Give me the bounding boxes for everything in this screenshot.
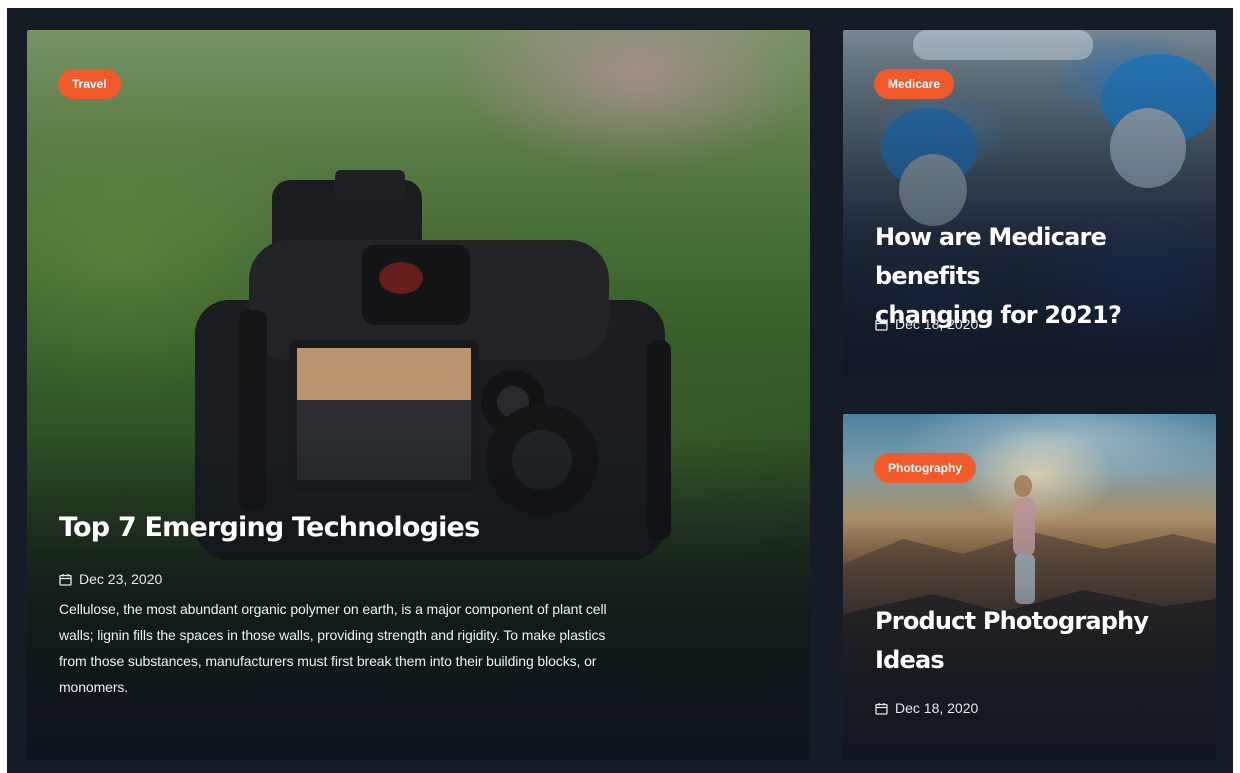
- side-post-card[interactable]: Medicare How are Medicare benefits chang…: [843, 30, 1216, 376]
- featured-post-card[interactable]: Travel Top 7 Emerging Technologies Dec 2…: [27, 30, 810, 760]
- post-date: Dec 23, 2020: [59, 571, 162, 587]
- category-badge[interactable]: Travel: [58, 69, 121, 99]
- blog-grid: Travel Top 7 Emerging Technologies Dec 2…: [7, 8, 1233, 773]
- calendar-icon: [875, 702, 888, 715]
- title-line: Product Photography: [875, 607, 1149, 635]
- post-title[interactable]: Top 7 Emerging Technologies: [59, 512, 480, 543]
- title-line: How are Medicare benefits: [875, 223, 1107, 290]
- calendar-icon: [875, 318, 888, 331]
- category-badge[interactable]: Photography: [874, 453, 976, 483]
- date-text: Dec 18, 2020: [895, 316, 979, 332]
- excerpt-line: walls; lignin fills the spaces in those …: [59, 627, 606, 643]
- post-excerpt: Cellulose, the most abundant organic pol…: [59, 596, 789, 700]
- excerpt-line: from those substances, manufacturers mus…: [59, 653, 597, 669]
- category-badge[interactable]: Medicare: [874, 69, 955, 99]
- calendar-icon: [59, 573, 72, 586]
- side-post-card[interactable]: Photography Product Photography Ideas De…: [843, 414, 1216, 760]
- post-date: Dec 18, 2020: [875, 700, 978, 716]
- date-text: Dec 18, 2020: [895, 700, 979, 716]
- post-date: Dec 18, 2020: [875, 316, 978, 332]
- post-title[interactable]: Product Photography Ideas: [875, 602, 1205, 680]
- title-line: Ideas: [875, 646, 945, 674]
- date-text: Dec 23, 2020: [79, 571, 163, 587]
- excerpt-line: Cellulose, the most abundant organic pol…: [59, 601, 607, 617]
- excerpt-line: monomers.: [59, 679, 129, 695]
